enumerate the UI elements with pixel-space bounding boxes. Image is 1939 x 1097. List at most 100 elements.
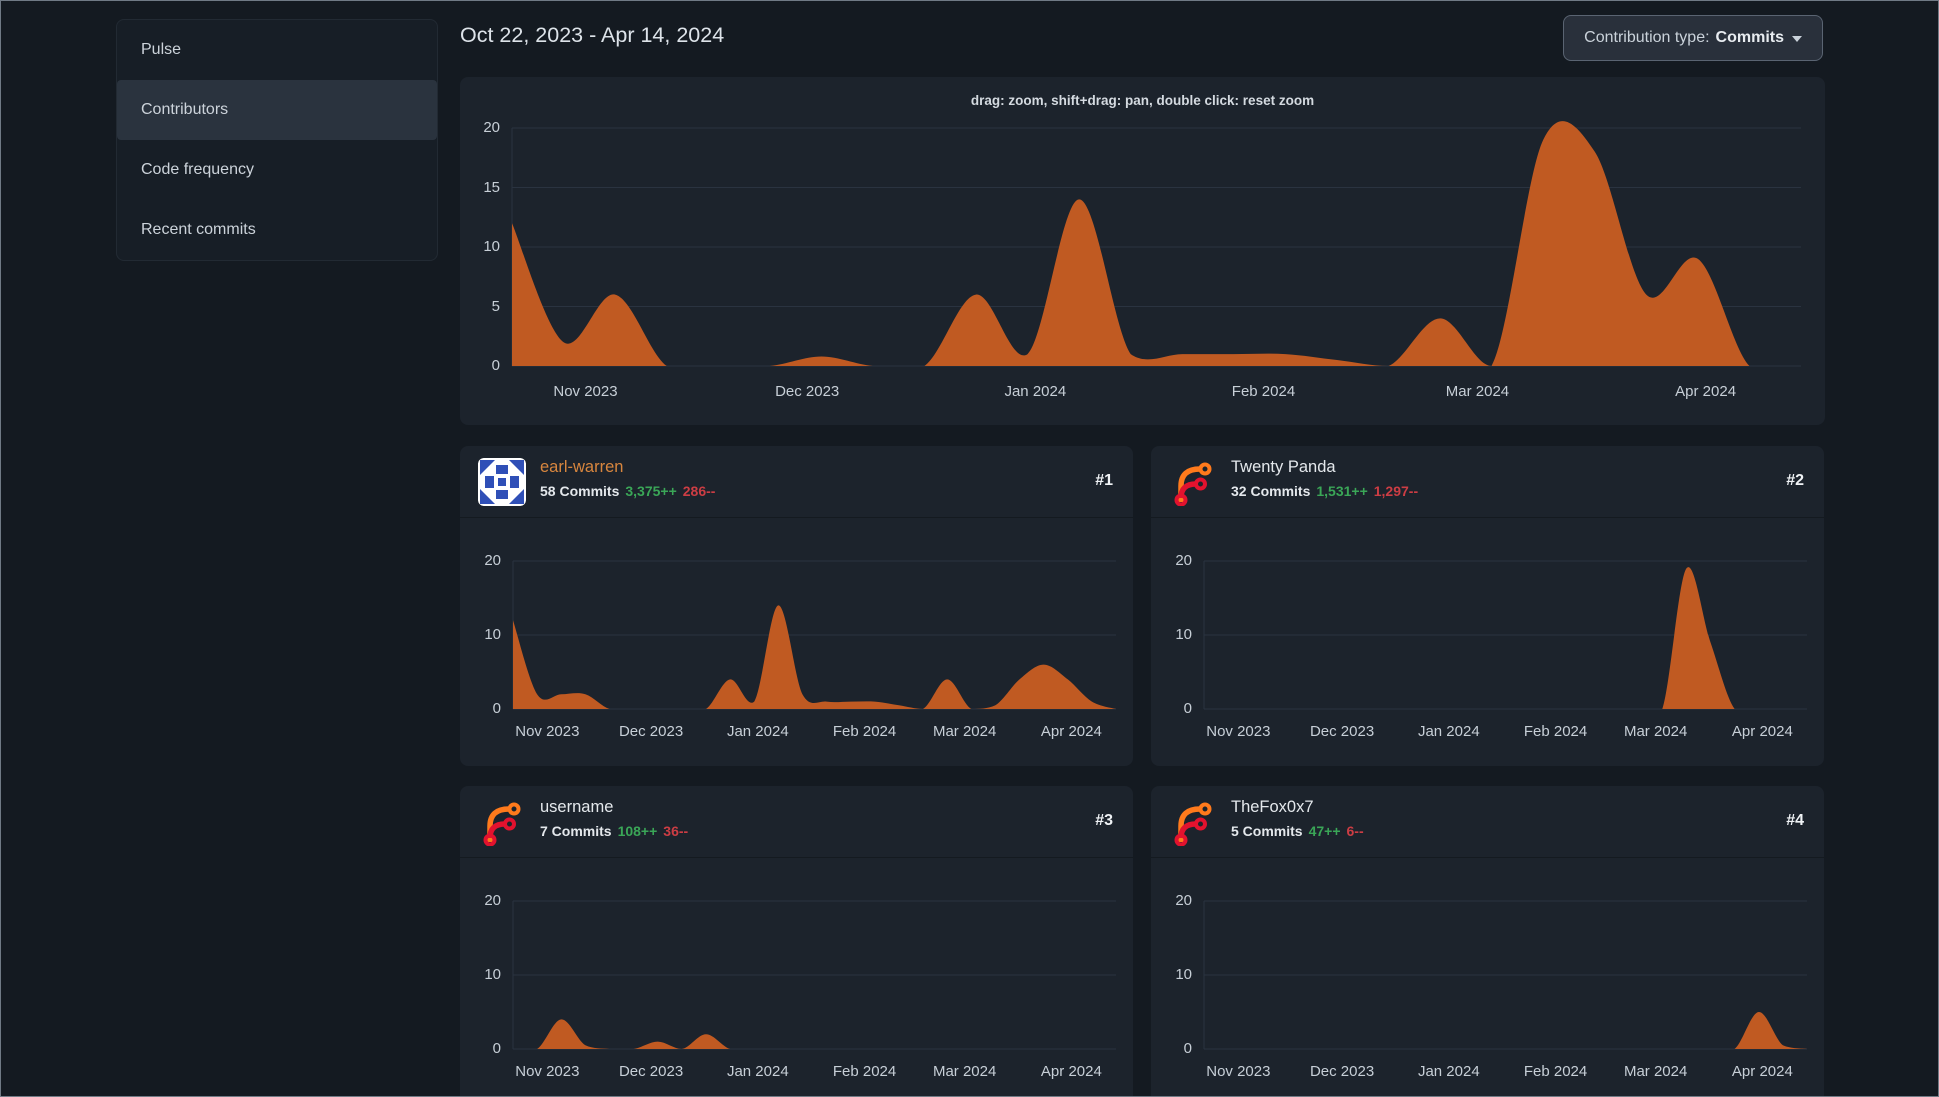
date-range-title: Oct 22, 2023 - Apr 14, 2024 xyxy=(460,23,725,47)
contributor-commits-chart[interactable]: 0 10 20 Nov 2023 Dec 2023 Jan 2024 Feb 2024 Mar… xyxy=(1151,871,1824,1096)
sidebar-item-recent-commits[interactable]: Recent commits xyxy=(117,200,437,260)
contribution-type-label: Contribution type: xyxy=(1584,29,1710,46)
deletions-count: 36-- xyxy=(663,823,689,839)
repo-activity-sidebar: Pulse Contributors Code frequency Recent… xyxy=(116,19,438,261)
y-axis-label: 0 xyxy=(491,357,500,374)
x-axis-label: Mar 2024 xyxy=(1445,383,1510,400)
x-axis-label: Apr 2024 xyxy=(1731,723,1793,740)
x-axis-label: Jan 2024 xyxy=(726,723,789,740)
contributor-card-header: username 7 Commits 108++ 36-- #3 xyxy=(460,786,1133,858)
forgejo-logo-avatar xyxy=(1169,798,1217,846)
y-axis-label: 20 xyxy=(484,552,501,569)
sidebar-item-code-frequency[interactable]: Code frequency xyxy=(117,140,437,200)
x-axis-label: Mar 2024 xyxy=(932,1063,997,1080)
contributor-commits-chart[interactable]: 0 10 20 Nov 2023 Dec 2023 Jan 2024 Feb 2024 Mar… xyxy=(1151,531,1824,766)
x-axis-label: Nov 2023 xyxy=(515,723,580,740)
y-axis-label: 0 xyxy=(492,700,501,717)
commit-count: 58 Commits xyxy=(540,483,620,499)
x-axis-label: Dec 2023 xyxy=(618,723,684,740)
y-axis-label: 10 xyxy=(484,626,501,643)
contributor-commits-chart[interactable]: 0 10 20 Nov 2023 Dec 2023 Jan 2024 Feb 2024 Mar… xyxy=(460,531,1133,766)
x-axis-label: Apr 2024 xyxy=(1040,1063,1102,1080)
x-axis-label: Feb 2024 xyxy=(1523,1063,1588,1080)
additions-count: 3,375++ xyxy=(625,483,677,499)
contributor-name-link[interactable]: username xyxy=(540,798,613,817)
sidebar-item-contributors[interactable]: Contributors xyxy=(117,80,437,140)
x-axis-label: Nov 2023 xyxy=(1206,723,1271,740)
caret-down-icon xyxy=(1792,36,1802,42)
commit-activity-area xyxy=(513,605,1116,709)
y-axis-label: 20 xyxy=(1175,892,1192,909)
contributor-stats: 58 Commits 3,375++ 286-- xyxy=(540,483,715,499)
sidebar-item-pulse[interactable]: Pulse xyxy=(117,20,437,80)
y-axis-label: 20 xyxy=(484,892,501,909)
contributors-page: Pulse Contributors Code frequency Recent… xyxy=(0,0,1939,1097)
rank-badge: #3 xyxy=(1095,812,1113,829)
x-axis-label: Jan 2024 xyxy=(1417,1063,1480,1080)
x-axis-label: Nov 2023 xyxy=(515,1063,580,1080)
contributor-card: username 7 Commits 108++ 36-- #3 0 10 20 Nov … xyxy=(460,786,1133,1096)
y-axis-label: 10 xyxy=(1175,966,1192,983)
y-axis-label: 10 xyxy=(484,966,501,983)
x-axis-label: Feb 2024 xyxy=(1523,723,1588,740)
commit-activity-area xyxy=(513,1019,1116,1049)
x-axis-label: Apr 2024 xyxy=(1040,723,1102,740)
x-axis-label: Jan 2024 xyxy=(1417,723,1480,740)
contributor-card: earl-warren 58 Commits 3,375++ 286-- #1 0 1… xyxy=(460,446,1133,766)
zoom-hint-text: drag: zoom, shift+drag: pan, double clic… xyxy=(970,93,1315,108)
rank-badge: #1 xyxy=(1095,472,1113,489)
x-axis-label: Feb 2024 xyxy=(832,723,897,740)
commit-count: 7 Commits xyxy=(540,823,612,839)
contribution-type-value: Commits xyxy=(1715,29,1784,46)
contributor-stats: 7 Commits 108++ 36-- xyxy=(540,823,688,839)
area-chart-svg xyxy=(511,121,1801,367)
additions-count: 1,531++ xyxy=(1316,483,1368,499)
x-axis-label: Jan 2024 xyxy=(1004,383,1067,400)
contributor-card-header: earl-warren 58 Commits 3,375++ 286-- #1 xyxy=(460,446,1133,518)
forgejo-logo-avatar xyxy=(1169,458,1217,506)
x-axis-label: Feb 2024 xyxy=(832,1063,897,1080)
x-axis-label: Jan 2024 xyxy=(726,1063,789,1080)
x-axis-label: Apr 2024 xyxy=(1731,1063,1793,1080)
additions-count: 108++ xyxy=(617,823,658,839)
contributor-commits-chart[interactable]: 0 10 20 Nov 2023 Dec 2023 Jan 2024 Feb 2024 Mar… xyxy=(460,871,1133,1096)
contributor-card: Twenty Panda 32 Commits 1,531++ 1,297-- #2… xyxy=(1151,446,1824,766)
x-axis-label: Mar 2024 xyxy=(1623,723,1688,740)
x-axis-label: Dec 2023 xyxy=(1309,723,1375,740)
additions-count: 47++ xyxy=(1308,823,1341,839)
rank-badge: #4 xyxy=(1786,812,1804,829)
commit-count: 5 Commits xyxy=(1231,823,1303,839)
contributor-stats: 32 Commits 1,531++ 1,297-- xyxy=(1231,483,1418,499)
contributor-name-link[interactable]: Twenty Panda xyxy=(1231,458,1336,477)
avatar xyxy=(478,458,526,506)
x-axis-label: Nov 2023 xyxy=(1206,1063,1271,1080)
x-axis-label: Mar 2024 xyxy=(1623,1063,1688,1080)
main-commits-chart-panel: drag: zoom, shift+drag: pan, double clic… xyxy=(460,77,1825,425)
commit-activity-area xyxy=(1204,567,1807,709)
commit-activity-area xyxy=(1204,1011,1807,1049)
y-axis-label: 20 xyxy=(483,119,500,136)
contributor-name-link[interactable]: earl-warren xyxy=(540,458,623,477)
commit-activity-area xyxy=(512,121,1801,366)
x-axis-label: Mar 2024 xyxy=(932,723,997,740)
y-axis-label: 0 xyxy=(1183,700,1192,717)
contributor-name-link[interactable]: TheFox0x7 xyxy=(1231,798,1314,817)
contributor-card-header: Twenty Panda 32 Commits 1,531++ 1,297-- #2 xyxy=(1151,446,1824,518)
deletions-count: 1,297-- xyxy=(1373,483,1419,499)
y-axis-label: 0 xyxy=(1183,1040,1192,1057)
y-axis-label: 20 xyxy=(1175,552,1192,569)
deletions-count: 6-- xyxy=(1346,823,1364,839)
contribution-type-dropdown[interactable]: Contribution type: Commits xyxy=(1563,15,1823,61)
main-commits-chart[interactable]: 0 5 10 15 20 Nov 2023 Dec 2023 Jan 2024 Feb 2024… xyxy=(460,77,1825,425)
x-axis-label: Dec 2023 xyxy=(775,383,840,400)
commit-count: 32 Commits xyxy=(1231,483,1311,499)
x-axis-label: Apr 2024 xyxy=(1675,383,1737,400)
y-axis-label: 15 xyxy=(483,178,500,196)
contributor-card: TheFox0x7 5 Commits 47++ 6-- #4 0 10 20 Nov 2… xyxy=(1151,786,1824,1096)
contributor-card-header: TheFox0x7 5 Commits 47++ 6-- #4 xyxy=(1151,786,1824,858)
x-axis-label: Nov 2023 xyxy=(553,383,618,400)
x-axis-label: Feb 2024 xyxy=(1231,383,1296,400)
x-axis-label: Dec 2023 xyxy=(618,1063,684,1080)
y-axis-label: 5 xyxy=(491,297,500,315)
forgejo-logo-avatar xyxy=(478,798,526,846)
